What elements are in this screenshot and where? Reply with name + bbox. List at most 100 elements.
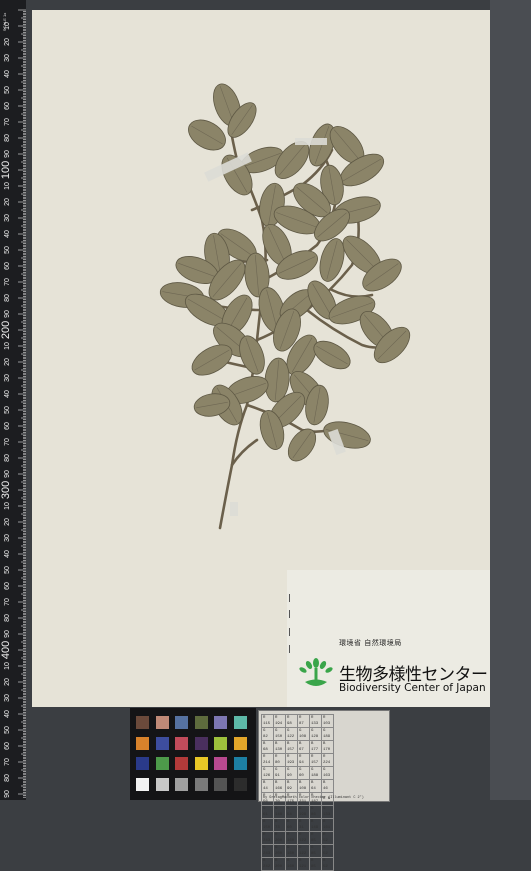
rgb-cell: R 87 — [297, 714, 310, 728]
rgb-cell: B 157 — [285, 740, 298, 754]
color-patch — [175, 716, 188, 729]
rgb-row: G 126 G 91 G 90 G 60 G 188 G 163 — [261, 766, 334, 780]
rgb-cell: G 90 — [285, 766, 298, 780]
ruler-scale-note: SCALE 1x — [2, 13, 7, 31]
ruler-label: 40 — [4, 550, 11, 558]
rgb-row: G 243 G 200 G 160 G 122 G 85 G 52 — [261, 844, 334, 858]
ruler-label: 50 — [4, 246, 11, 254]
color-patch — [214, 736, 227, 750]
rgb-cell: G 150 — [273, 727, 286, 741]
rgb-cell: B 85 — [309, 857, 322, 871]
ruler-label: 70 — [4, 278, 11, 286]
specimen-scan: 10 20 30 40 50 60 70 80 90 100 10 20 30 40 50 60 70 80 90 2… — [0, 0, 531, 871]
label-mark — [289, 610, 290, 618]
ruler-label: 30 — [4, 214, 11, 222]
rgb-cell: B 108 — [297, 779, 310, 793]
rgb-cell: R 80 — [273, 753, 286, 767]
color-patch — [233, 736, 247, 750]
color-patch — [233, 777, 247, 791]
label-mark — [289, 645, 290, 653]
rgb-cell: G 61 — [261, 805, 274, 819]
rgb-cell: R 115 — [261, 714, 274, 728]
ruler-label: 80 — [4, 614, 11, 622]
ruler-label: 80 — [4, 774, 11, 782]
ruler-label: 20 — [4, 358, 11, 366]
ruler-label: 20 — [4, 38, 11, 46]
color-patch — [214, 716, 227, 729]
rgb-cell: B 64 — [309, 779, 322, 793]
rgb-cell: G 122 — [285, 727, 298, 741]
ruler-label: 100 — [0, 161, 12, 179]
ruler-label: 400 — [0, 641, 12, 659]
herbarium-sheet: 環境省 自然環境局 生物多様性センター Biodiversity Center … — [32, 10, 490, 707]
ruler-label: 40 — [4, 230, 11, 238]
rgb-cell: B 46 — [321, 779, 334, 793]
rgb-cell: G 188 — [309, 766, 322, 780]
rgb-value-card: R 115 R 194 R 98 R 87 R 133 R 103 G 82 G 150 G 1… — [258, 710, 390, 871]
color-patch — [214, 757, 227, 770]
rgb-row: B 150 B 73 B 60 B 31 B 149 B 161 — [261, 818, 334, 832]
rgb-row: B 68 B 130 B 157 B 67 B 177 B 170 — [261, 740, 334, 754]
rgb-cell: G 189 — [321, 727, 334, 741]
rgb-row: R 115 R 194 R 98 R 87 R 133 R 103 — [261, 714, 334, 728]
rgb-cell: B 166 — [273, 779, 286, 793]
rgb-cell: B 73 — [273, 818, 286, 832]
rgb-cell: R 243 — [261, 831, 274, 845]
background-margin — [490, 0, 531, 800]
ruler-label: 30 — [4, 694, 11, 702]
color-patch — [136, 777, 149, 791]
rgb-cell: B 67 — [297, 740, 310, 754]
ruler-label: 20 — [4, 678, 11, 686]
rgb-cell: R 52 — [321, 831, 334, 845]
rgb-cell: B 200 — [273, 857, 286, 871]
scale-ruler: 10 20 30 40 50 60 70 80 90 100 10 20 30 40 50 60 70 80 90 2… — [0, 0, 26, 800]
ruler-label: 20 — [4, 198, 11, 206]
rgb-cell: R 193 — [285, 753, 298, 767]
rgb-cell: B 161 — [321, 818, 334, 832]
rgb-row: B 44 B 166 B 99 B 108 B 64 B 46 — [261, 779, 334, 793]
color-patch — [136, 757, 149, 770]
rgb-cell: B 242 — [261, 857, 274, 871]
stem — [330, 288, 374, 298]
rgb-cell: B 170 — [321, 740, 334, 754]
rgb-cell: R 98 — [285, 714, 298, 728]
label-mark — [289, 594, 290, 602]
rgb-cell: B 130 — [273, 740, 286, 754]
color-patch — [175, 736, 188, 750]
rgb-cell: B 160 — [285, 857, 298, 871]
ruler-label: 90 — [4, 310, 11, 318]
collection-label: 環境省 自然環境局 生物多様性センター Biodiversity Center … — [287, 570, 490, 707]
rgb-cell: R 133 — [309, 714, 322, 728]
ruler-label: 30 — [4, 374, 11, 382]
ruler-label: 300 — [0, 481, 12, 499]
rgb-row: B 242 B 200 B 160 B 121 B 85 B 52 — [261, 857, 334, 871]
color-patch — [194, 777, 208, 791]
ruler-label: 60 — [4, 742, 11, 750]
ruler-ticks: 10 20 30 40 50 60 70 80 90 100 10 20 30 40 50 60 70 80 90 2… — [0, 9, 26, 798]
rgb-row: G 82 G 150 G 122 G 108 G 128 G 189 — [261, 727, 334, 741]
rgb-cell: B 44 — [261, 779, 274, 793]
rgb-cell: G 52 — [321, 844, 334, 858]
color-patch — [175, 777, 188, 791]
ruler-label: 90 — [4, 790, 11, 798]
label-mark — [289, 628, 290, 636]
rgb-cell: G 243 — [261, 844, 274, 858]
ruler-label: 30 — [4, 54, 11, 62]
rgb-cell: B 150 — [261, 818, 274, 832]
rgb-cell: R 157 — [309, 753, 322, 767]
mounting-tape — [295, 138, 327, 145]
mounting-tape — [230, 502, 238, 516]
rgb-cell: G 60 — [297, 766, 310, 780]
color-patch — [155, 716, 169, 729]
ruler-label: 90 — [4, 630, 11, 638]
color-patch — [194, 757, 208, 770]
ruler-label: 70 — [4, 598, 11, 606]
rgb-cell: B 52 — [321, 857, 334, 871]
ruler-label: 200 — [0, 321, 12, 339]
color-patch — [194, 736, 208, 750]
ruler-label: 60 — [4, 262, 11, 270]
plant-leaves — [159, 83, 411, 462]
center-name-english: Biodiversity Center of Japan — [339, 682, 486, 694]
rgb-cell: G 122 — [297, 844, 310, 858]
rgb-cell: G 200 — [273, 844, 286, 858]
